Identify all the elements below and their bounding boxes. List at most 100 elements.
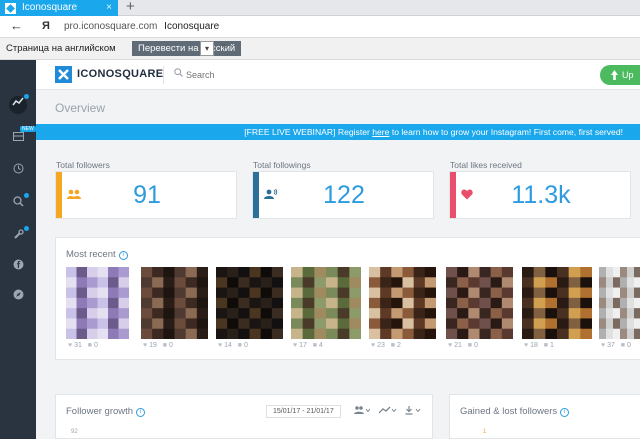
- stat-label-followers: Total followers: [56, 160, 110, 170]
- translate-bar: Страница на английском Перевести на русс…: [0, 38, 640, 60]
- upgrade-label: Up: [622, 70, 634, 80]
- post-thumbnail[interactable]: [446, 267, 514, 340]
- page-title: Overview: [55, 101, 106, 115]
- translate-close-icon[interactable]: ×: [221, 41, 227, 52]
- wrench-icon: [13, 229, 24, 239]
- post-comments: 0: [168, 342, 173, 349]
- post-comments: 0: [626, 342, 631, 349]
- post-likes: 17: [299, 342, 307, 349]
- tab-title: Iconosquare: [22, 2, 78, 13]
- post-comments: 0: [243, 342, 248, 349]
- iconosquare-logo-icon[interactable]: [55, 66, 72, 83]
- clock-icon: [13, 163, 23, 174]
- new-badge: NEW: [20, 126, 36, 132]
- post-comments: 0: [93, 342, 98, 349]
- post-stats: ♥ 14 ■ 0: [218, 342, 248, 349]
- logo-text[interactable]: ICONOSQUARE: [77, 68, 163, 80]
- heart-icon: ♥: [448, 342, 453, 349]
- sidebar-item-search[interactable]: [9, 193, 29, 213]
- post-thumbnail[interactable]: [599, 267, 640, 340]
- trend-line-icon: [12, 97, 24, 106]
- compass-icon: [13, 289, 23, 300]
- comment-icon: ■: [312, 342, 317, 349]
- sidebar-item-tools[interactable]: [9, 226, 29, 246]
- post-likes: 37: [607, 342, 615, 349]
- comment-icon: ■: [467, 342, 472, 349]
- most-recent-title: Most recent i: [66, 249, 128, 260]
- new-tab-button[interactable]: +: [126, 0, 135, 15]
- url-page-title: Iconosquare: [164, 21, 220, 32]
- back-arrow-icon[interactable]: ←: [10, 18, 23, 33]
- follower-growth-title-text: Follower growth: [66, 406, 134, 417]
- banner-prefix: [FREE LIVE WEBINAR] Register: [244, 127, 373, 137]
- info-icon[interactable]: i: [136, 408, 146, 417]
- yandex-logo-icon[interactable]: Я: [42, 20, 50, 32]
- post-likes: 19: [149, 342, 157, 349]
- info-icon[interactable]: i: [118, 251, 128, 260]
- url-domain: pro.iconosquare.com: [64, 21, 158, 32]
- inbox-icon: [12, 132, 24, 141]
- sidebar-item-schedule[interactable]: [9, 162, 27, 180]
- stat-label-likes: Total likes received: [450, 160, 522, 170]
- info-icon[interactable]: i: [560, 408, 570, 417]
- notification-dot: [24, 193, 29, 198]
- post-stats: ♥ 18 ■ 1: [524, 342, 554, 349]
- address-bar: ← Я pro.iconosquare.com Iconosquare: [0, 16, 640, 38]
- translate-label: Страница на английском: [6, 43, 116, 54]
- banner-register-link[interactable]: here: [372, 127, 389, 137]
- facebook-icon: [13, 259, 23, 270]
- post-thumbnail[interactable]: [291, 267, 362, 340]
- iconosquare-favicon-icon: [5, 3, 16, 14]
- webinar-banner: [FREE LIVE WEBINAR] Register here to lea…: [36, 124, 640, 140]
- comment-icon: ■: [543, 342, 548, 349]
- post-likes: 31: [74, 342, 82, 349]
- post-likes: 21: [454, 342, 462, 349]
- url-field[interactable]: pro.iconosquare.com Iconosquare: [64, 21, 219, 32]
- post-stats: ♥ 31 ■ 0: [68, 342, 98, 349]
- tab-close-icon[interactable]: ×: [106, 0, 112, 16]
- stat-value-followers: 91: [133, 181, 161, 209]
- date-range-picker[interactable]: 15/01/17 - 21/01/17: [266, 405, 341, 418]
- post-thumbnail[interactable]: [369, 267, 437, 340]
- post-stats: ♥ 19 ■ 0: [143, 342, 173, 349]
- gained-lost-title: Gained & lost followers i: [460, 406, 570, 417]
- search-input[interactable]: [186, 68, 306, 82]
- post-likes: 23: [377, 342, 385, 349]
- stat-value-likes: 11.3k: [511, 181, 571, 209]
- heart-icon: ♥: [143, 342, 148, 349]
- post-thumbnail[interactable]: [216, 267, 284, 340]
- download-icon[interactable]: [405, 406, 421, 417]
- stat-card-followers: 91: [55, 171, 237, 219]
- comment-icon: ■: [87, 342, 92, 349]
- banner-suffix: to learn how to grow your Instagram! Fir…: [389, 127, 623, 137]
- post-thumbnail[interactable]: [66, 267, 130, 340]
- stat-label-followings: Total followings: [253, 160, 311, 170]
- people-filter-icon[interactable]: [354, 406, 371, 416]
- axis-top-value: 1: [483, 429, 487, 435]
- sidebar-item-facebook[interactable]: [9, 258, 27, 276]
- translate-dropdown-icon[interactable]: ▾: [200, 41, 214, 56]
- browser-tab-bar: Iconosquare × +: [0, 0, 640, 16]
- upgrade-button[interactable]: Up: [600, 65, 640, 85]
- comment-icon: ■: [162, 342, 167, 349]
- post-thumbnail[interactable]: [522, 267, 593, 340]
- comment-icon: ■: [237, 342, 242, 349]
- gained-lost-card: Gained & lost followers i 1: [449, 394, 640, 439]
- comment-icon: ■: [390, 342, 395, 349]
- post-likes: 14: [224, 342, 232, 349]
- search-icon: [12, 196, 24, 207]
- stat-card-likes: 11.3k: [449, 171, 631, 219]
- sidebar-item-explore[interactable]: [9, 288, 27, 306]
- heart-icon: ♥: [601, 342, 606, 349]
- notification-dot: [24, 226, 29, 231]
- tab-iconosquare[interactable]: Iconosquare ×: [0, 0, 118, 16]
- follower-growth-card: Follower growth i 15/01/17 - 21/01/17 92: [55, 394, 433, 439]
- follower-growth-title: Follower growth i: [66, 406, 146, 417]
- post-thumbnail[interactable]: [141, 267, 209, 340]
- chart-type-icon[interactable]: [378, 406, 397, 416]
- sidebar-item-overview[interactable]: [9, 94, 29, 114]
- heart-icon: ♥: [68, 342, 73, 349]
- post-likes: 18: [530, 342, 538, 349]
- post-comments: 0: [473, 342, 478, 349]
- heart-icon: ♥: [524, 342, 529, 349]
